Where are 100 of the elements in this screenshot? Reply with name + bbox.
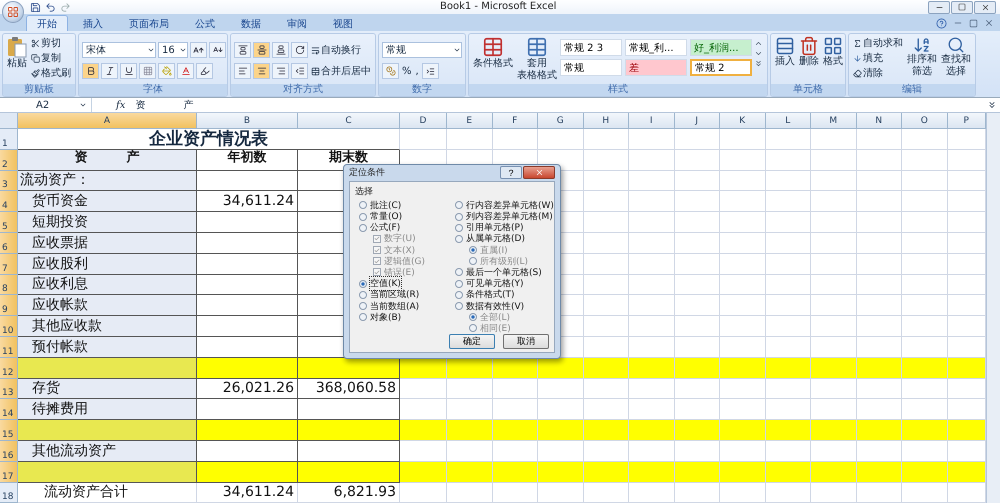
clear-button[interactable]: 清除 <box>852 66 904 80</box>
name-box[interactable]: A2 <box>0 98 92 112</box>
column-header[interactable]: M <box>811 113 856 129</box>
column-header[interactable]: H <box>584 113 629 129</box>
merge-center-button[interactable]: 合并后居中 <box>310 64 372 78</box>
radio-option[interactable]: 条件格式(T) <box>455 289 554 300</box>
conditional-format-button[interactable]: 条件格式 <box>472 36 514 70</box>
fill-color-button[interactable] <box>158 63 175 79</box>
radio-option[interactable]: 对象(B) <box>355 312 455 323</box>
grow-font-button[interactable] <box>190 42 207 58</box>
office-button[interactable] <box>2 1 24 23</box>
align-left-button[interactable] <box>234 63 251 79</box>
orientation-button[interactable] <box>291 42 308 58</box>
outdent-button[interactable] <box>291 63 308 79</box>
radio-button[interactable] <box>455 234 463 243</box>
close-button[interactable] <box>523 166 555 180</box>
row-header[interactable]: 14 <box>0 399 18 420</box>
number-format-field[interactable]: 常规 <box>382 42 462 58</box>
row-header[interactable]: 13 <box>0 378 18 400</box>
ribbon-tab[interactable]: 数据 <box>230 15 272 31</box>
cancel-button[interactable]: 取消 <box>503 334 549 349</box>
cell-style[interactable]: 好_利润... <box>690 39 752 56</box>
currency-button[interactable] <box>382 63 399 79</box>
radio-button[interactable] <box>359 201 367 210</box>
font-size-field[interactable]: 16 <box>158 42 188 58</box>
top-align-button[interactable] <box>234 42 251 58</box>
column-header[interactable]: N <box>856 113 902 129</box>
cell-style[interactable]: 常规 <box>560 59 622 76</box>
ribbon-tab[interactable]: 视图 <box>322 15 364 31</box>
radio-button[interactable] <box>455 302 463 310</box>
radio-option[interactable]: 批注(C) <box>355 200 455 211</box>
increase-decimal-button[interactable] <box>422 63 439 79</box>
radio-button[interactable] <box>359 212 367 221</box>
align-center-button[interactable] <box>253 63 270 79</box>
help-icon[interactable] <box>936 18 947 28</box>
radio-option[interactable]: 当前区域(R) <box>355 289 455 300</box>
font-name-field[interactable]: 宋体 <box>82 42 156 58</box>
cut-button[interactable]: 剪切 <box>30 36 72 50</box>
column-header[interactable]: E <box>447 113 492 129</box>
cell-style[interactable]: 常规 2 <box>690 59 752 76</box>
row-header[interactable]: 2 <box>0 150 18 171</box>
row-header[interactable]: 3 <box>0 170 18 192</box>
autosum-button[interactable]: 自动求和 <box>852 36 904 50</box>
radio-button[interactable] <box>359 290 367 299</box>
phonetic-button[interactable] <box>196 63 213 79</box>
fill-button[interactable]: 填充 <box>852 51 904 65</box>
column-header[interactable]: P <box>948 113 986 129</box>
radio-option[interactable]: 可见单元格(Y) <box>455 278 554 290</box>
row-header[interactable]: 9 <box>0 295 18 316</box>
row-header[interactable]: 1 <box>0 129 18 150</box>
row-header[interactable]: 18 <box>0 482 18 503</box>
radio-button[interactable] <box>455 290 463 299</box>
row-header[interactable]: 7 <box>0 254 18 275</box>
row-header[interactable]: 15 <box>0 420 18 441</box>
row-header[interactable]: 8 <box>0 274 18 296</box>
copy-button[interactable]: 复制 <box>30 51 72 65</box>
cell-style[interactable]: 差 <box>625 59 687 76</box>
formula-field[interactable]: 资 产 <box>131 98 987 112</box>
radio-button[interactable] <box>455 212 463 221</box>
radio-button[interactable] <box>455 280 463 288</box>
middle-align-button[interactable] <box>253 42 270 58</box>
column-header[interactable]: K <box>720 113 766 129</box>
insert-button[interactable]: 插入 <box>774 36 796 68</box>
column-header[interactable]: O <box>902 113 948 129</box>
radio-option[interactable]: 数据有效性(V) <box>455 300 554 312</box>
column-header[interactable]: F <box>492 113 538 129</box>
row-header[interactable]: 17 <box>0 462 18 483</box>
close-icon[interactable] <box>984 18 994 28</box>
maximize-button[interactable] <box>951 0 973 14</box>
row-header[interactable]: 4 <box>0 191 18 212</box>
bottom-align-button[interactable] <box>272 42 289 58</box>
undo-icon[interactable] <box>45 2 56 12</box>
ok-button[interactable]: 确定 <box>449 334 495 349</box>
column-header[interactable]: B <box>197 113 298 129</box>
scroll-down-icon[interactable] <box>754 49 763 58</box>
radio-button[interactable] <box>359 280 367 288</box>
scroll-up-icon[interactable] <box>754 39 763 48</box>
radio-button[interactable] <box>359 224 367 232</box>
radio-option[interactable]: 引用单元格(P) <box>455 222 554 234</box>
column-header[interactable]: I <box>629 113 674 129</box>
ribbon-tab[interactable]: 插入 <box>72 15 114 31</box>
font-color-button[interactable] <box>177 63 194 79</box>
row-header[interactable]: 6 <box>0 232 18 254</box>
cell-style[interactable]: 常规 2 3 <box>560 39 622 56</box>
column-header[interactable]: A <box>18 113 197 129</box>
align-right-button[interactable] <box>272 63 289 79</box>
radio-button[interactable] <box>455 268 463 276</box>
redo-icon[interactable] <box>60 2 71 12</box>
format-button[interactable]: 格式 <box>822 36 844 68</box>
underline-button[interactable] <box>120 63 137 79</box>
minimize-button[interactable] <box>928 0 950 14</box>
percent-button[interactable]: % <box>401 64 413 78</box>
radio-option[interactable]: 当前数组(A) <box>355 300 455 312</box>
column-header[interactable]: C <box>298 113 400 129</box>
radio-option[interactable]: 最后一个单元格(S) <box>455 266 554 278</box>
format-painter-button[interactable]: 格式刷 <box>30 66 72 80</box>
radio-option[interactable]: 常量(O) <box>355 210 455 222</box>
row-header[interactable]: 5 <box>0 212 18 233</box>
row-header[interactable]: 11 <box>0 336 18 358</box>
radio-option[interactable]: 从属单元格(D) <box>455 233 554 244</box>
